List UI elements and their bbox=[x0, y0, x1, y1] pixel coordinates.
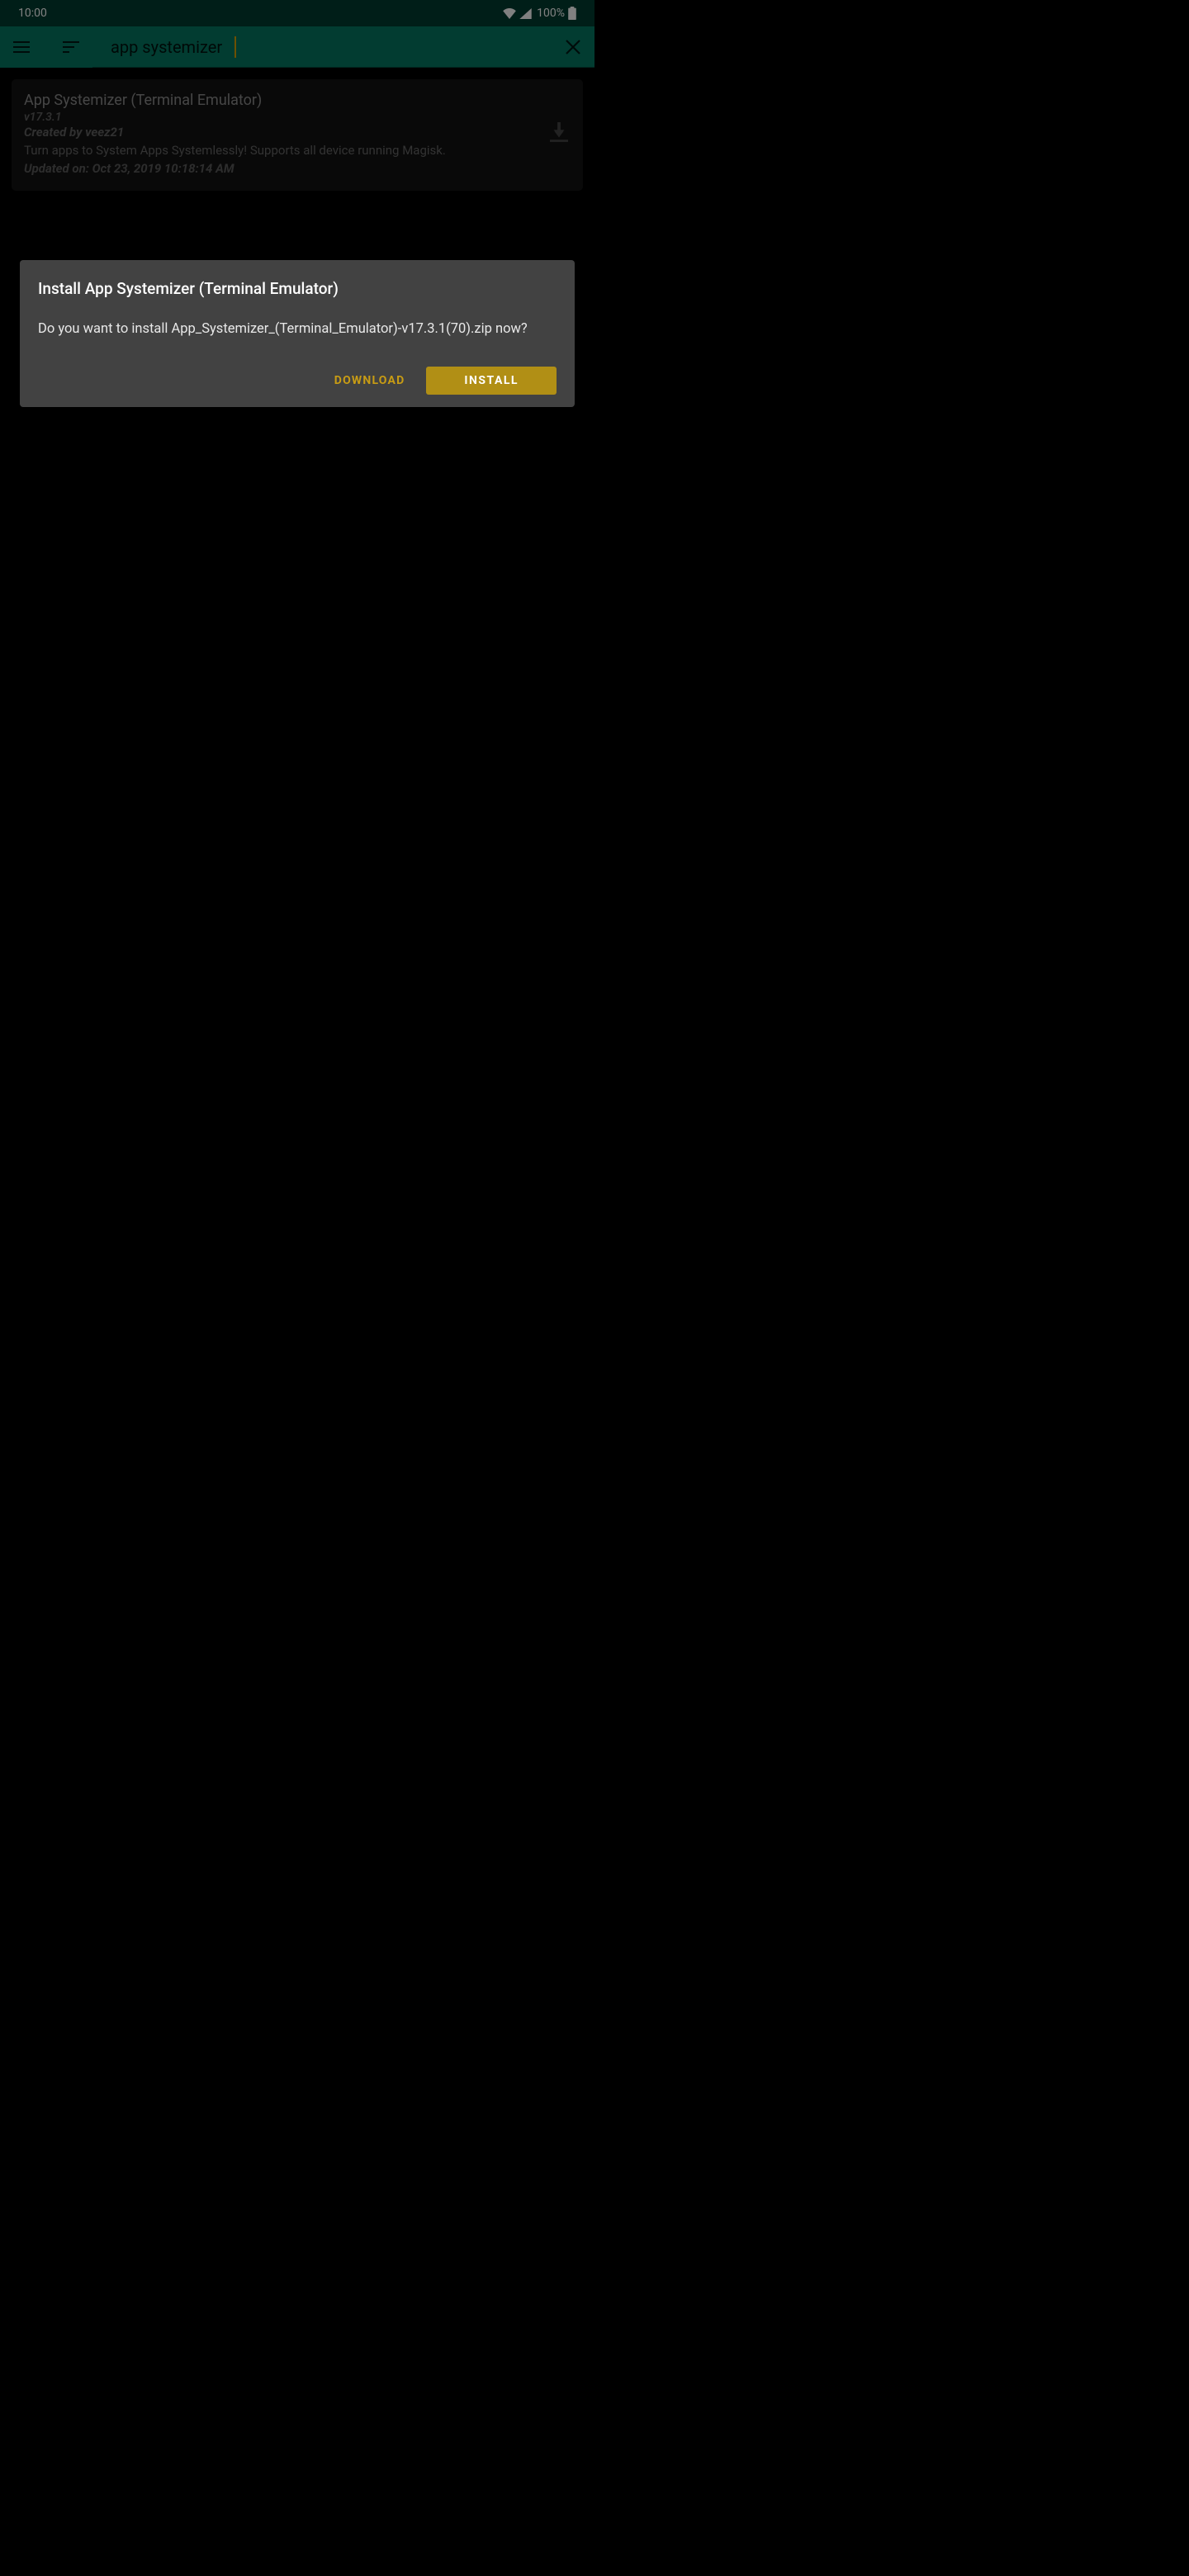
battery-pct: 100% bbox=[537, 7, 565, 20]
status-time: 10:00 bbox=[18, 7, 47, 20]
dialog-body: Do you want to install App_Systemizer_(T… bbox=[38, 320, 557, 339]
module-description: Turn apps to System Apps Systemlessly! S… bbox=[24, 142, 538, 159]
text-cursor bbox=[234, 36, 236, 58]
install-button[interactable]: INSTALL bbox=[426, 367, 557, 395]
hamburger-menu-icon[interactable] bbox=[12, 37, 31, 57]
battery-icon bbox=[568, 7, 576, 20]
install-dialog: Install App Systemizer (Terminal Emulato… bbox=[20, 260, 575, 407]
wifi-icon bbox=[503, 8, 516, 19]
module-card[interactable]: App Systemizer (Terminal Emulator) v17.3… bbox=[12, 79, 583, 191]
status-indicators: 100% bbox=[503, 7, 576, 20]
dialog-actions: DOWNLOAD INSTALL bbox=[38, 364, 557, 397]
search-field-wrap bbox=[111, 26, 533, 68]
dialog-title: Install App Systemizer (Terminal Emulato… bbox=[38, 278, 557, 300]
download-icon[interactable] bbox=[550, 122, 568, 145]
close-icon[interactable] bbox=[563, 37, 583, 57]
cellular-icon bbox=[519, 8, 532, 19]
module-updated: Updated on: Oct 23, 2019 10:18:14 AM bbox=[24, 161, 538, 176]
status-bar: 10:00 100% bbox=[0, 0, 594, 26]
app-bar bbox=[0, 26, 594, 68]
search-input[interactable] bbox=[111, 37, 533, 57]
download-button[interactable]: DOWNLOAD bbox=[321, 364, 419, 397]
module-version: v17.3.1 bbox=[24, 111, 538, 124]
sort-icon[interactable] bbox=[61, 37, 81, 57]
module-title: App Systemizer (Terminal Emulator) bbox=[24, 92, 538, 109]
module-info: App Systemizer (Terminal Emulator) v17.3… bbox=[24, 92, 538, 176]
module-author: Created by veez21 bbox=[24, 125, 538, 140]
content-area: App Systemizer (Terminal Emulator) v17.3… bbox=[0, 68, 594, 202]
